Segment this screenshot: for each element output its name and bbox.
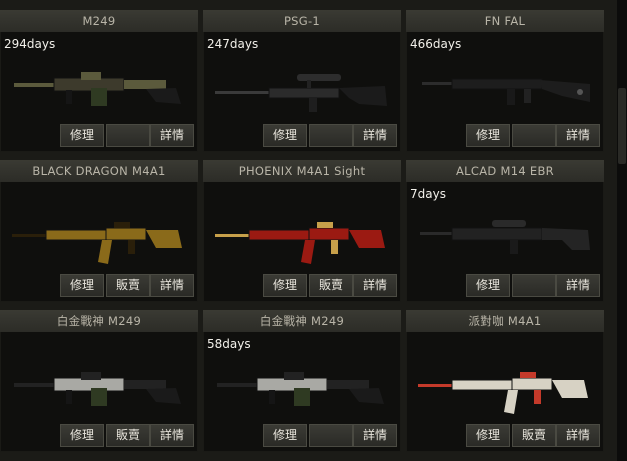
repair-button[interactable]: 修理	[60, 424, 104, 447]
weapon-name: PHOENIX M4A1 Sight	[203, 160, 401, 182]
weapon-card[interactable]: PSG-1 247days 修理 詳情	[203, 10, 401, 152]
weapon-name: M249	[0, 10, 198, 32]
weapon-image	[6, 58, 192, 118]
details-button[interactable]: 詳情	[353, 274, 397, 297]
details-button[interactable]: 詳情	[556, 124, 600, 147]
repair-button[interactable]: 修理	[60, 274, 104, 297]
details-button[interactable]: 詳情	[556, 424, 600, 447]
weapon-image	[209, 208, 395, 268]
scrollbar-thumb[interactable]	[618, 88, 626, 164]
weapon-image	[209, 358, 395, 418]
details-button[interactable]: 詳情	[150, 424, 194, 447]
inventory-grid: M249 294days 修理 詳情 PSG-1 247days 修理 詳情 FN FAL 466…	[0, 0, 627, 461]
remaining-days: 466days	[410, 37, 462, 51]
weapon-image	[6, 208, 192, 268]
empty-button-slot	[309, 424, 353, 447]
empty-button-slot	[512, 124, 556, 147]
repair-button[interactable]: 修理	[263, 274, 307, 297]
repair-button[interactable]: 修理	[466, 124, 510, 147]
weapon-card[interactable]: PHOENIX M4A1 Sight 修理 販賣 詳情	[203, 160, 401, 302]
weapon-name: ALCAD M14 EBR	[406, 160, 604, 182]
empty-button-slot	[512, 274, 556, 297]
details-button[interactable]: 詳情	[353, 424, 397, 447]
weapon-card[interactable]: M249 294days 修理 詳情	[0, 10, 198, 152]
repair-button[interactable]: 修理	[60, 124, 104, 147]
weapon-name: 派對咖 M4A1	[406, 310, 604, 332]
empty-button-slot	[106, 124, 150, 147]
scrollbar-track[interactable]	[617, 0, 627, 461]
weapon-image	[412, 58, 598, 118]
repair-button[interactable]: 修理	[466, 274, 510, 297]
remaining-days: 247days	[207, 37, 259, 51]
repair-button[interactable]: 修理	[263, 124, 307, 147]
weapon-card[interactable]: FN FAL 466days 修理 詳情	[406, 10, 604, 152]
weapon-name: PSG-1	[203, 10, 401, 32]
details-button[interactable]: 詳情	[353, 124, 397, 147]
remaining-days: 294days	[4, 37, 56, 51]
weapon-name: 白金戰神 M249	[0, 310, 198, 332]
weapon-card[interactable]: 派對咖 M4A1 修理 販賣 詳情	[406, 310, 604, 452]
weapon-image	[412, 208, 598, 268]
weapon-name: FN FAL	[406, 10, 604, 32]
remaining-days: 58days	[207, 337, 251, 351]
sell-button[interactable]: 販賣	[106, 274, 150, 297]
details-button[interactable]: 詳情	[150, 124, 194, 147]
weapon-image	[6, 358, 192, 418]
sell-button[interactable]: 販賣	[309, 274, 353, 297]
sell-button[interactable]: 販賣	[512, 424, 556, 447]
repair-button[interactable]: 修理	[466, 424, 510, 447]
weapon-card[interactable]: ALCAD M14 EBR 7days 修理 詳情	[406, 160, 604, 302]
details-button[interactable]: 詳情	[150, 274, 194, 297]
repair-button[interactable]: 修理	[263, 424, 307, 447]
details-button[interactable]: 詳情	[556, 274, 600, 297]
weapon-name: 白金戰神 M249	[203, 310, 401, 332]
weapon-image	[209, 58, 395, 118]
weapon-card[interactable]: 白金戰神 M249 58days 修理 詳情	[203, 310, 401, 452]
weapon-image	[412, 358, 598, 418]
weapon-name: BLACK DRAGON M4A1	[0, 160, 198, 182]
remaining-days: 7days	[410, 187, 446, 201]
sell-button[interactable]: 販賣	[106, 424, 150, 447]
weapon-card[interactable]: 白金戰神 M249 修理 販賣 詳情	[0, 310, 198, 452]
weapon-card[interactable]: BLACK DRAGON M4A1 修理 販賣 詳情	[0, 160, 198, 302]
empty-button-slot	[309, 124, 353, 147]
